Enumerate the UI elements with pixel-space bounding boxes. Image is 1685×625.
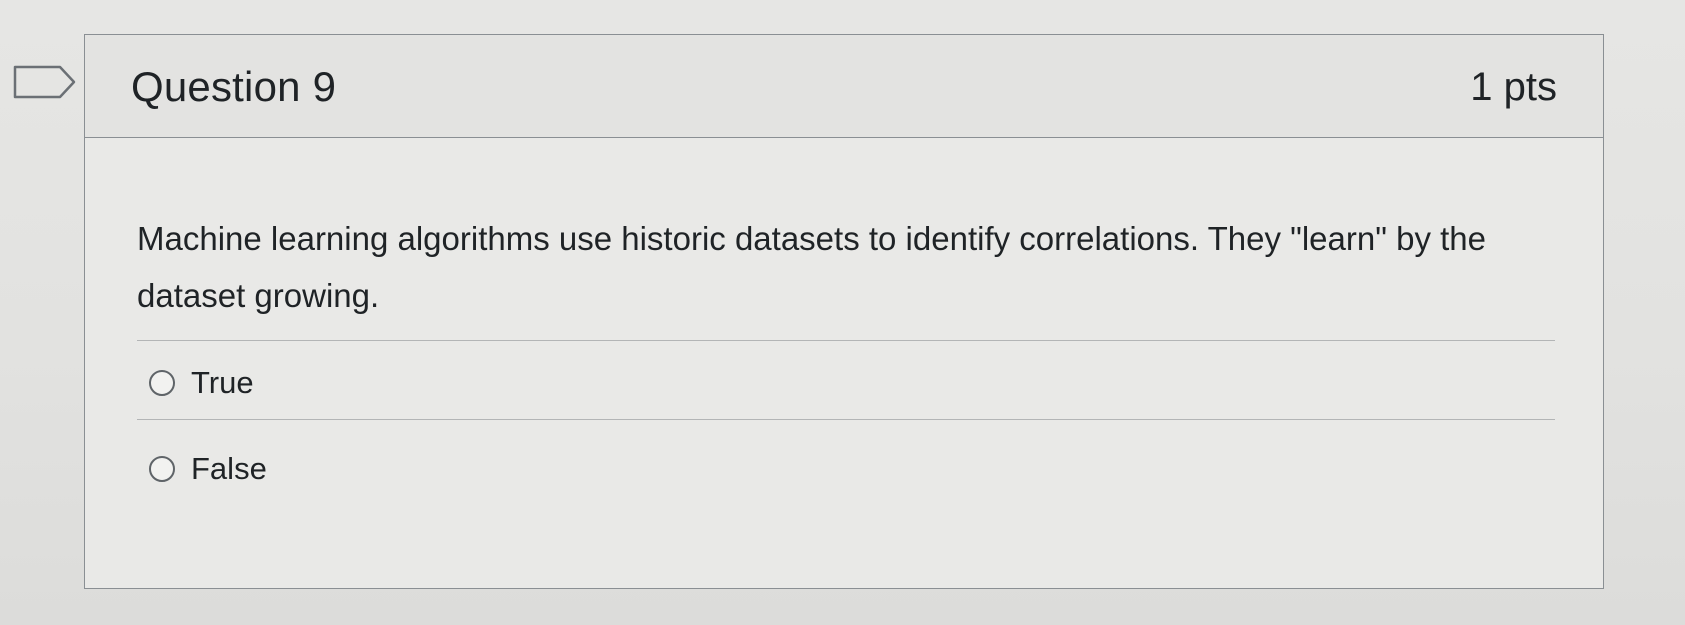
radio-button-icon[interactable] bbox=[149, 370, 175, 396]
question-points: 1 pts bbox=[1470, 65, 1557, 109]
question-header: Question 9 1 pts bbox=[85, 35, 1603, 138]
question-card: Question 9 1 pts Machine learning algori… bbox=[84, 34, 1604, 589]
answer-divider bbox=[137, 419, 1555, 420]
answer-divider bbox=[137, 340, 1555, 341]
radio-button-icon[interactable] bbox=[149, 456, 175, 482]
question-title: Question 9 bbox=[131, 63, 337, 110]
flag-question-icon[interactable] bbox=[12, 64, 78, 100]
answer-label-true: True bbox=[191, 365, 254, 400]
answer-option-true[interactable]: True bbox=[149, 363, 254, 403]
answer-label-false: False bbox=[191, 451, 267, 486]
answer-option-false[interactable]: False bbox=[149, 449, 267, 489]
question-text: Machine learning algorithms use historic… bbox=[137, 220, 1487, 314]
